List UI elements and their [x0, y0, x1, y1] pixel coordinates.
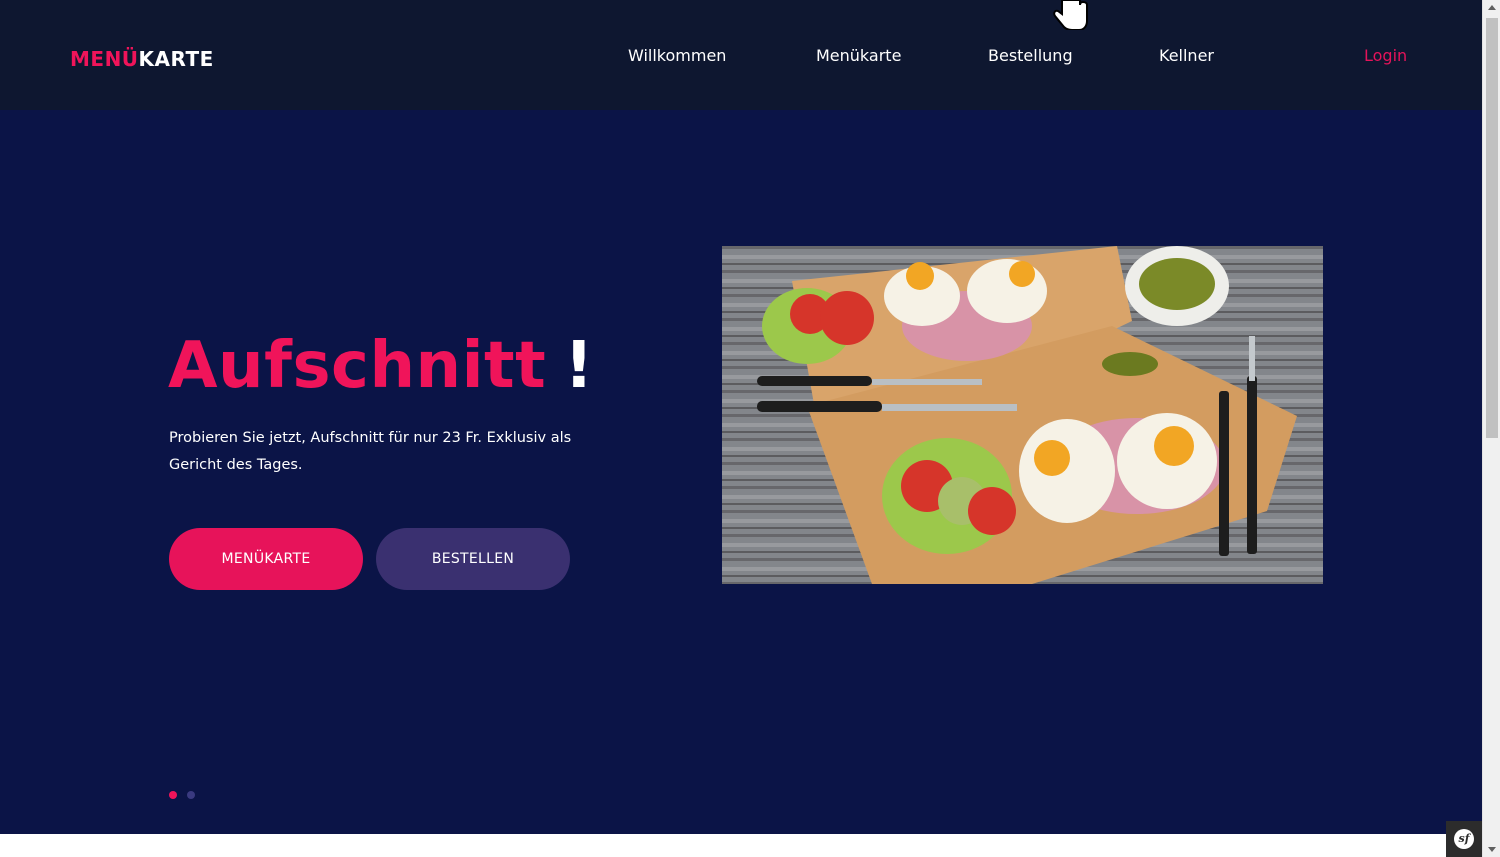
scroll-thumb[interactable]	[1486, 18, 1498, 438]
carousel-dot-2[interactable]	[187, 791, 195, 799]
nav-link-bestellung[interactable]: Bestellung	[988, 45, 1073, 67]
bestellen-button[interactable]: BESTELLEN	[376, 528, 570, 590]
navbar: MENÜKARTE Willkommen Menükarte Bestellun…	[0, 0, 1482, 110]
menukarte-button[interactable]: MENÜKARTE	[169, 528, 363, 590]
symfony-logo-icon: sf	[1454, 829, 1474, 849]
hero-food-image	[722, 246, 1323, 584]
hand-cursor-icon	[1053, 0, 1088, 30]
logo-accent: MENÜ	[70, 47, 139, 71]
vertical-scrollbar[interactable]	[1482, 0, 1500, 857]
symfony-toolbar-toggle[interactable]: sf	[1446, 821, 1482, 857]
hero-title-text: Aufschnitt	[168, 329, 547, 403]
carousel-dot-1[interactable]	[169, 791, 177, 799]
scroll-down-arrow-icon[interactable]	[1483, 841, 1500, 857]
nav-link-menukarte[interactable]: Menükarte	[816, 45, 901, 67]
hero-section: Aufschnitt! Probieren Sie jetzt, Aufschn…	[0, 110, 1482, 834]
scroll-up-arrow-icon[interactable]	[1483, 0, 1500, 16]
hero-title: Aufschnitt!	[168, 326, 594, 406]
food-photo-illustration	[722, 246, 1323, 584]
hero-description: Probieren Sie jetzt, Aufschnitt für nur …	[169, 430, 572, 473]
nav-link-kellner[interactable]: Kellner	[1159, 45, 1214, 67]
nav-link-willkommen[interactable]: Willkommen	[628, 45, 726, 67]
hero-title-suffix: !	[564, 329, 594, 403]
logo-rest: KARTE	[138, 47, 214, 71]
site-logo[interactable]: MENÜKARTE	[70, 47, 214, 71]
browser-viewport: MENÜKARTE Willkommen Menükarte Bestellun…	[0, 0, 1482, 857]
login-link[interactable]: Login	[1364, 45, 1407, 67]
